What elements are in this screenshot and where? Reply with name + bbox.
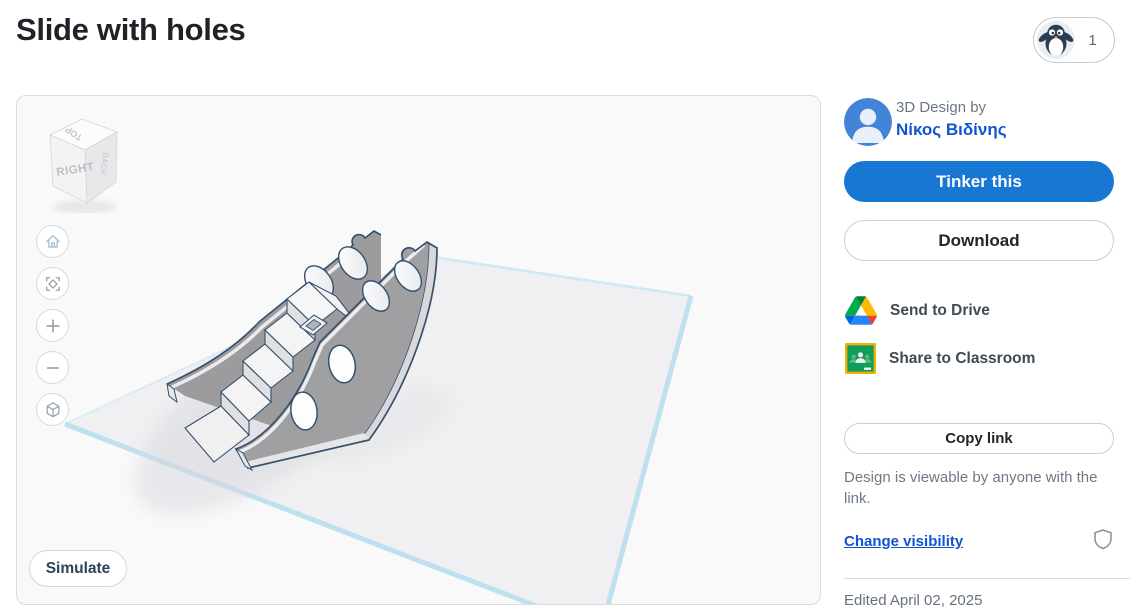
share-to-classroom-label: Share to Classroom [889, 350, 1035, 368]
byline-label: 3D Design by [896, 99, 986, 116]
simulate-button[interactable]: Simulate [29, 550, 127, 587]
sidebar-divider [844, 578, 1130, 579]
visibility-note: Design is viewable by anyone with the li… [844, 467, 1126, 509]
shield-icon [1092, 528, 1114, 550]
viewport-3d-canvas[interactable]: TOP RIGHT BACK [16, 95, 821, 605]
send-to-drive-label: Send to Drive [890, 302, 990, 320]
penguin-avatar-icon [1037, 21, 1075, 59]
edited-date: Edited April 02, 2025 [844, 592, 982, 609]
likes-count: 1 [1075, 32, 1114, 49]
design-3d-model [17, 96, 821, 605]
author-name-link[interactable]: Νίκος Βιδίνης [896, 120, 1007, 140]
home-view-button[interactable] [36, 225, 69, 258]
perspective-toggle-button[interactable] [36, 393, 69, 426]
google-classroom-icon [845, 343, 876, 374]
tinker-this-button[interactable]: Tinker this [844, 161, 1114, 202]
send-to-drive-button[interactable]: Send to Drive [845, 296, 990, 325]
plus-icon [43, 316, 63, 336]
author-avatar[interactable] [844, 98, 892, 146]
share-to-classroom-button[interactable]: Share to Classroom [845, 343, 1035, 374]
view-cube[interactable]: TOP RIGHT BACK [37, 108, 127, 213]
minus-icon [43, 358, 63, 378]
page-title: Slide with holes [16, 12, 245, 48]
fit-view-icon [43, 274, 63, 294]
likes-badge[interactable]: 1 [1033, 17, 1115, 63]
change-visibility-link[interactable]: Change visibility [844, 533, 963, 550]
fit-view-button[interactable] [36, 267, 69, 300]
home-icon [43, 232, 63, 252]
download-button[interactable]: Download [844, 220, 1114, 261]
perspective-cube-icon [43, 400, 63, 420]
google-drive-icon [845, 296, 877, 325]
viewport-nav-tools [36, 225, 69, 435]
zoom-in-button[interactable] [36, 309, 69, 342]
zoom-out-button[interactable] [36, 351, 69, 384]
sidebar: 3D Design by Νίκος Βιδίνης Tinker this D… [844, 95, 1130, 608]
person-icon [844, 98, 892, 146]
copy-link-button[interactable]: Copy link [844, 423, 1114, 454]
